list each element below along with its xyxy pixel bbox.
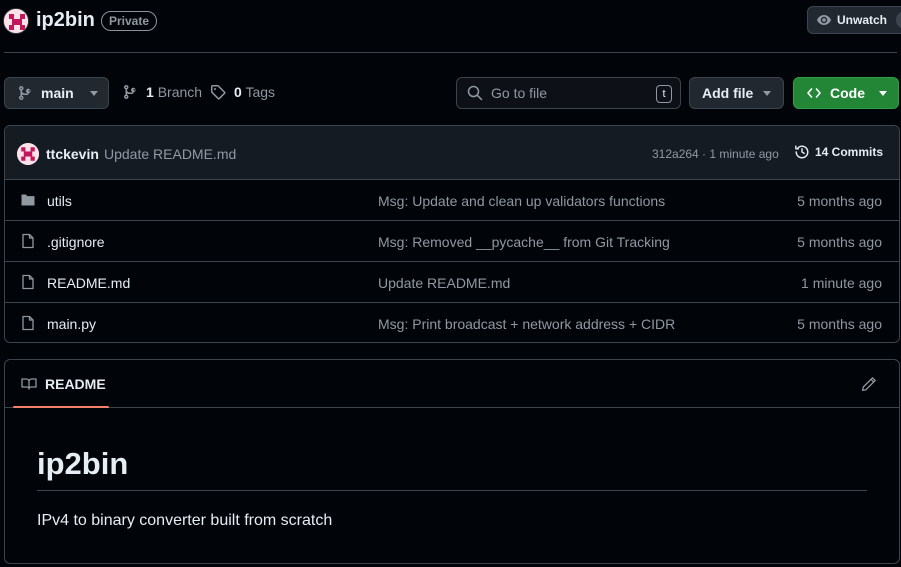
file-commit-date: 1 minute ago (801, 275, 882, 291)
code-button[interactable]: Code (793, 77, 899, 109)
keyboard-shortcut-hint: t (656, 85, 672, 103)
readme-heading: ip2bin (37, 446, 129, 481)
file-row[interactable]: .gitignore Msg: Removed __pycache__ from… (5, 221, 899, 262)
goto-file-placeholder: Go to file (491, 85, 548, 101)
chevron-down-icon (763, 90, 772, 96)
visibility-badge: Private (101, 11, 158, 31)
code-icon (806, 85, 822, 101)
file-commit-message[interactable]: Msg: Removed __pycache__ from Git Tracki… (378, 234, 670, 250)
commits-count: 14 Commits (815, 145, 884, 159)
file-name[interactable]: .gitignore (47, 234, 105, 250)
folder-icon (20, 192, 36, 208)
readme-description: IPv4 to binary converter built from scra… (37, 512, 333, 529)
commit-message[interactable]: Update README.md (104, 146, 236, 162)
watch-count: 1 (896, 11, 901, 29)
repo-avatar[interactable] (3, 8, 29, 34)
file-name[interactable]: main.py (47, 316, 96, 332)
readme-divider (37, 490, 867, 491)
tab-readme[interactable]: README (21, 376, 106, 392)
add-file-label: Add file (702, 85, 754, 101)
pencil-icon[interactable] (861, 376, 877, 392)
file-row[interactable]: main.py Msg: Print broadcast + network a… (5, 303, 899, 342)
header-divider (4, 52, 897, 53)
file-listing: ttckevin Update README.md 312a264 · 1 mi… (4, 125, 900, 343)
file-commit-date: 5 months ago (797, 316, 882, 332)
code-label: Code (830, 85, 865, 101)
git-branch-icon (17, 85, 33, 101)
history-icon (794, 144, 810, 160)
goto-file-input[interactable]: Go to file t (456, 77, 681, 109)
chevron-down-icon (879, 90, 887, 96)
search-icon (467, 85, 483, 101)
commit-author[interactable]: ttckevin (46, 146, 99, 162)
readme-tab-label: README (45, 376, 106, 392)
repo-name[interactable]: ip2bin (36, 9, 95, 32)
git-branch-icon (122, 84, 138, 100)
branch-name: main (41, 85, 74, 101)
readme-tabbar: README (5, 360, 899, 408)
file-commit-message[interactable]: Msg: Update and clean up validators func… (378, 193, 665, 209)
chevron-down-icon (89, 90, 98, 96)
unwatch-button[interactable]: Unwatch 1 (807, 6, 901, 34)
add-file-button[interactable]: Add file (689, 77, 784, 109)
file-name[interactable]: utils (47, 193, 72, 209)
tag-count: 0 (234, 84, 242, 100)
readme-panel: README ip2bin IPv4 to binary converter b… (4, 359, 900, 564)
tag-icon (210, 84, 226, 100)
file-commit-message[interactable]: Msg: Print broadcast + network address +… (378, 316, 675, 332)
active-tab-underline (13, 406, 109, 408)
file-row[interactable]: README.md Update README.md 1 minute ago (5, 262, 899, 303)
file-commit-message[interactable]: Update README.md (378, 275, 510, 291)
branch-count: 1 (146, 84, 154, 100)
file-icon (20, 274, 36, 290)
tags-link[interactable]: 0 Tags (210, 84, 275, 100)
unwatch-label: Unwatch (837, 13, 888, 27)
branches-link[interactable]: 1 Branch (122, 84, 202, 100)
commits-history-link[interactable]: 14 Commits (794, 144, 883, 160)
file-icon (20, 233, 36, 249)
tag-word: Tags (245, 84, 276, 100)
eye-icon (816, 12, 832, 28)
branch-word: Branch (157, 84, 203, 100)
file-name[interactable]: README.md (47, 275, 130, 291)
latest-commit-bar: ttckevin Update README.md 312a264 · 1 mi… (5, 126, 899, 180)
file-commit-date: 5 months ago (797, 234, 882, 250)
file-commit-date: 5 months ago (797, 193, 882, 209)
commit-author-avatar[interactable] (17, 143, 39, 165)
file-icon (20, 315, 36, 331)
file-row[interactable]: utils Msg: Update and clean up validator… (5, 180, 899, 221)
commit-hash-time[interactable]: 312a264 · 1 minute ago (652, 147, 779, 161)
branch-selector-button[interactable]: main (4, 77, 109, 109)
book-icon (21, 376, 37, 392)
